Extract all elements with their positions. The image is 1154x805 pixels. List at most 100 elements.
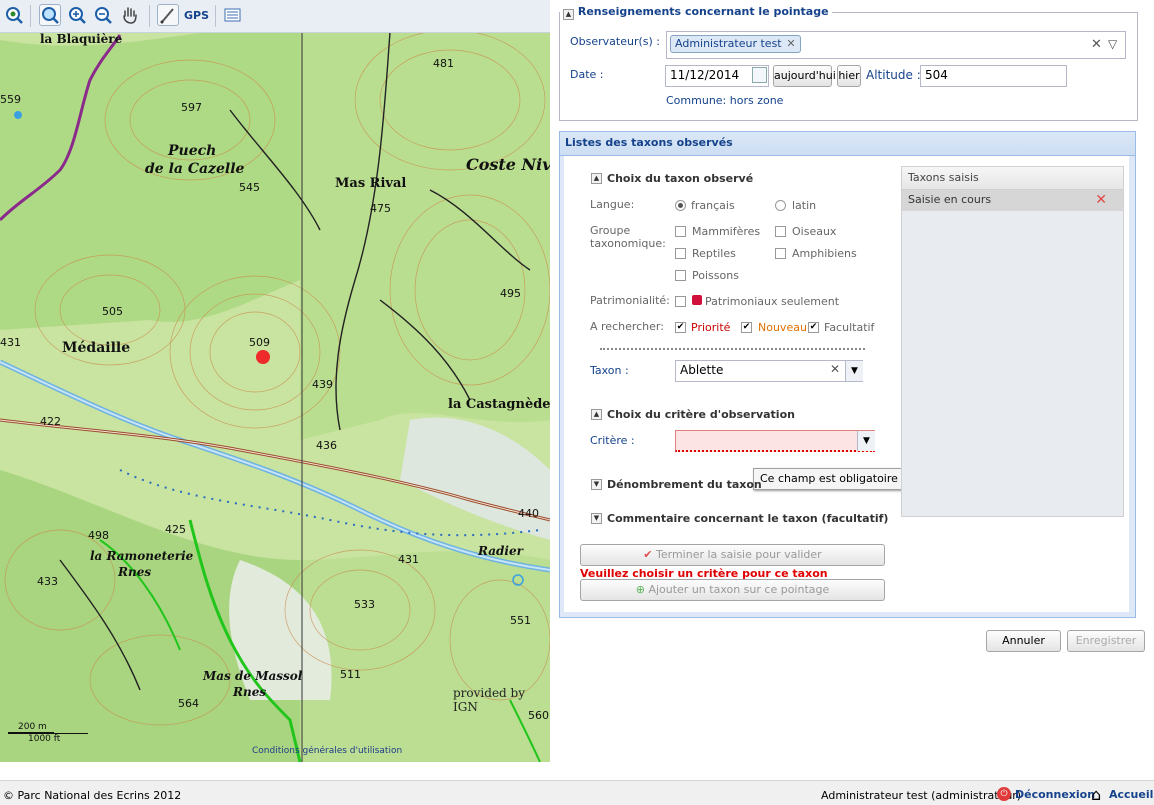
grid-row-label: Saisie en cours <box>908 193 992 206</box>
scale-feet: 1000 ft <box>8 733 88 744</box>
checkbox-priorite[interactable]: ✔ <box>675 322 686 333</box>
taxons-saisis-grid: Taxons saisis Saisie en cours ✕ <box>901 166 1124 517</box>
map-panel[interactable]: la Blaquière Puech de la Cazelle Mas Riv… <box>0 0 550 762</box>
checkbox-amphibiens[interactable] <box>775 248 786 259</box>
commune-text: Commune: hors zone <box>666 94 784 107</box>
grid-row[interactable]: Saisie en cours ✕ <box>902 190 1123 211</box>
power-icon[interactable]: ⏻ <box>997 787 1011 801</box>
patrimonialite-label: Patrimonialité: <box>590 294 670 307</box>
scale-meters: 200 m <box>8 722 54 733</box>
critere-combo[interactable] <box>675 430 875 452</box>
observation-marker[interactable] <box>256 350 270 364</box>
checkbox-reptiles[interactable] <box>675 248 686 259</box>
option-amphibiens: Amphibiens <box>792 247 857 260</box>
expand-commentaire-icon[interactable]: ▼ <box>591 513 602 524</box>
checkbox-poissons[interactable] <box>675 270 686 281</box>
altitude-input[interactable]: 504 <box>920 65 1067 87</box>
expand-denombrement-icon[interactable]: ▼ <box>591 479 602 490</box>
map-label-puech: Puech <box>168 143 217 159</box>
altitude-label: Altitude : <box>866 68 921 82</box>
map-label-coste: Coste Niv <box>466 155 550 174</box>
elevation: 481 <box>433 57 454 70</box>
map-label-blaquiere: la Blaquière <box>40 32 123 46</box>
layers-list-icon[interactable] <box>222 5 242 25</box>
yesterday-button[interactable]: hier <box>837 65 861 87</box>
critere-dropdown-icon[interactable]: ▼ <box>857 431 875 451</box>
choice-title: Choix du taxon observé <box>607 172 754 185</box>
copyright: © Parc National des Ecrins 2012 <box>3 789 182 802</box>
altitude-value: 504 <box>925 68 948 82</box>
zoom-extent-icon[interactable] <box>4 5 24 25</box>
dropdown-icon[interactable]: ▽ <box>1108 37 1117 51</box>
checkbox-patrimoniaux[interactable] <box>675 296 686 307</box>
option-oiseaux: Oiseaux <box>792 225 837 238</box>
taxon-dropdown-icon[interactable]: ▼ <box>845 361 863 381</box>
today-button[interactable]: aujourd'hui <box>773 65 836 87</box>
commentaire-title: Commentaire concernant le taxon (faculta… <box>607 512 889 525</box>
elevation: 436 <box>316 439 337 452</box>
terminer-button[interactable]: ✔ Terminer la saisie pour valider <box>580 544 885 566</box>
option-mammiferes: Mammifères <box>692 225 761 238</box>
option-poissons: Poissons <box>692 269 739 282</box>
taxon-clear-icon[interactable]: ✕ <box>830 362 840 376</box>
collapse-icon[interactable]: ▲ <box>563 9 574 20</box>
pan-hand-icon[interactable] <box>120 5 140 25</box>
elevation: 559 <box>0 93 21 106</box>
zoom-in-icon[interactable] <box>67 5 87 25</box>
logout-link[interactable]: Déconnexion <box>1015 788 1095 801</box>
map-toolbar: GPS <box>0 0 550 33</box>
elevation: 431 <box>398 553 419 566</box>
map-label-massol: Mas de Massol <box>203 669 303 683</box>
map-label-mas-rival: Mas Rival <box>335 176 407 191</box>
add-icon: ⊕ <box>635 583 645 596</box>
taxons-panel-header: Listes des taxons observés <box>560 132 1135 156</box>
critere-title: Choix du critère d'observation <box>607 408 795 421</box>
clear-icon[interactable]: ✕ <box>1091 37 1102 52</box>
radio-latin[interactable] <box>775 200 786 211</box>
home-link[interactable]: Accueil <box>1109 788 1153 801</box>
pointage-legend-text: Renseignements concernant le pointage <box>577 5 829 18</box>
option-nouveau: Nouveau <box>758 321 807 334</box>
conditions-link[interactable]: Conditions générales d'utilisation <box>252 746 402 756</box>
option-priorite: Priorité <box>691 321 731 334</box>
elevation: 498 <box>88 529 109 542</box>
scale-bar: 200 m 1000 ft <box>8 722 88 744</box>
delete-icon[interactable]: ✕ <box>1095 190 1107 210</box>
tooltip: Ce champ est obligatoire <box>753 468 905 490</box>
zoom-box-icon[interactable] <box>39 4 61 26</box>
map-label-rnes-1: Rnes <box>118 565 152 579</box>
option-facultatif: Facultatif <box>824 321 875 334</box>
observer-tag[interactable]: Administrateur test ✕ <box>670 35 801 53</box>
topographic-map[interactable] <box>0 0 550 762</box>
zoom-out-icon[interactable] <box>93 5 113 25</box>
calendar-icon[interactable] <box>752 67 767 83</box>
enregistrer-button[interactable]: Enregistrer <box>1067 630 1145 652</box>
checkbox-nouveau[interactable]: ✔ <box>741 322 752 333</box>
user-info: Administrateur test (administrateur) <box>821 789 1022 802</box>
checkbox-mammiferes[interactable] <box>675 226 686 237</box>
check-icon: ✔ <box>643 548 653 561</box>
map-label-rnes-2: Rnes <box>233 685 267 699</box>
grid-header: Taxons saisis <box>902 167 1123 190</box>
map-label-radier: Radier <box>478 544 523 558</box>
remove-observer-icon[interactable]: ✕ <box>786 36 795 52</box>
ajouter-button[interactable]: ⊕ Ajouter un taxon sur ce pointage <box>580 579 885 601</box>
draw-point-icon[interactable] <box>157 4 179 26</box>
gps-button[interactable]: GPS <box>184 9 209 22</box>
home-icon[interactable]: ⌂ <box>1091 785 1101 804</box>
groupe-label: Groupe <box>590 224 631 237</box>
pointage-legend[interactable]: ▲ Renseignements concernant le pointage <box>560 5 832 20</box>
checkbox-oiseaux[interactable] <box>775 226 786 237</box>
elevation: 431 <box>0 336 21 349</box>
collapse-taxon-icon[interactable]: ▲ <box>591 173 602 184</box>
map-label-ramoneterie: la Ramoneterie <box>90 549 194 563</box>
elevation: 597 <box>181 101 202 114</box>
checkbox-facultatif[interactable]: ✔ <box>808 322 819 333</box>
date-label: Date : <box>570 68 604 81</box>
option-patrimoniaux: Patrimoniaux seulement <box>705 295 840 308</box>
annuler-button[interactable]: Annuler <box>986 630 1061 652</box>
collapse-critere-icon[interactable]: ▲ <box>591 409 602 420</box>
option-latin: latin <box>792 199 817 212</box>
elevation: 505 <box>102 305 123 318</box>
radio-francais[interactable] <box>675 200 686 211</box>
